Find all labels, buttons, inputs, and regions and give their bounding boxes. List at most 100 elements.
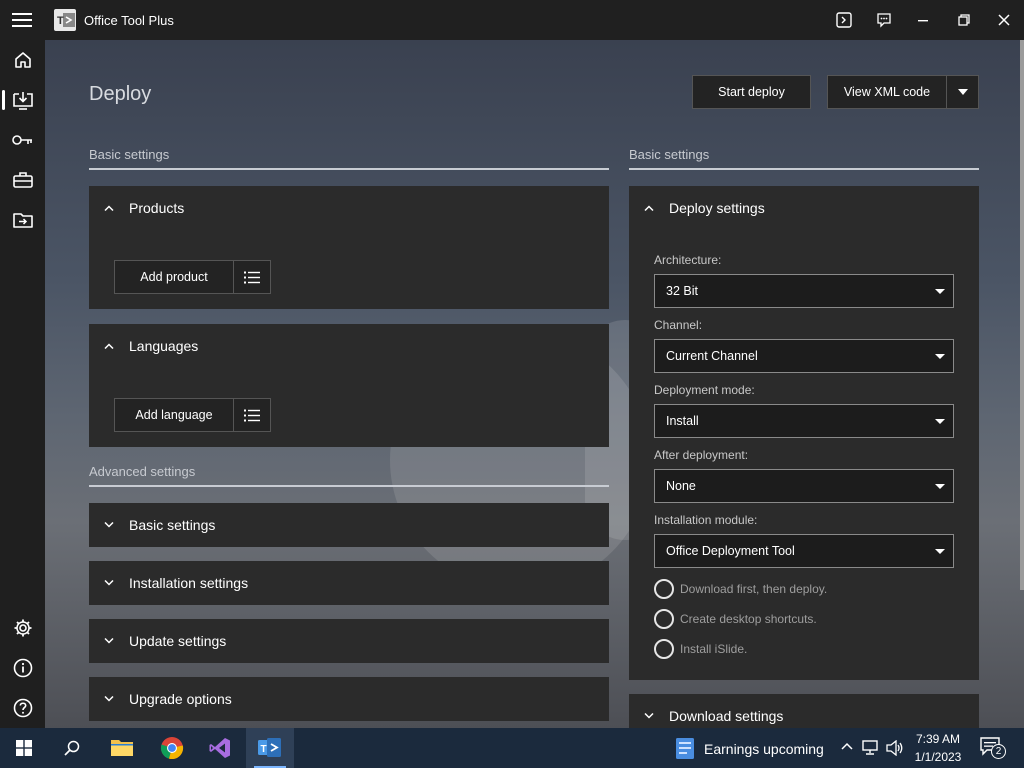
after-deployment-select[interactable]: None [654, 469, 954, 503]
search-icon [64, 740, 80, 756]
notification-center-button[interactable]: 2 [979, 736, 1009, 760]
installation-settings-expander[interactable]: Installation settings [89, 561, 609, 605]
file-explorer-button[interactable] [98, 728, 146, 768]
console-button[interactable] [824, 0, 864, 40]
minimize-button[interactable] [904, 0, 944, 40]
deploy-icon [12, 92, 33, 110]
upgrade-options-title: Upgrade options [129, 691, 232, 707]
architecture-select[interactable]: 32 Bit [654, 274, 954, 308]
deploy-settings-title: Deploy settings [669, 200, 765, 216]
restore-icon [958, 14, 970, 26]
help-icon [13, 698, 32, 718]
products-card-title: Products [129, 200, 185, 216]
nav-activation[interactable] [0, 120, 45, 160]
chevron-up-icon [89, 186, 129, 230]
windows-logo-icon [16, 740, 32, 756]
actions-dropdown-button[interactable] [946, 75, 979, 109]
radio-button[interactable] [654, 639, 674, 659]
visual-studio-icon [209, 738, 230, 758]
download-settings-title: Download settings [669, 708, 784, 724]
channel-select[interactable]: Current Channel [654, 339, 954, 373]
products-card-header[interactable]: Products [89, 186, 609, 230]
upgrade-options-expander[interactable]: Upgrade options [89, 677, 609, 721]
radio-button[interactable] [654, 579, 674, 599]
basic-settings-expander[interactable]: Basic settings [89, 503, 609, 547]
volume-icon[interactable] [886, 740, 904, 756]
start-deploy-button[interactable]: Start deploy [692, 75, 811, 109]
chevron-down-icon [89, 677, 129, 721]
navigation-sidebar [0, 40, 45, 728]
hamburger-icon [12, 13, 32, 27]
language-list-button[interactable] [233, 398, 271, 432]
install-islide-label: Install iSlide. [680, 642, 748, 656]
deployment-mode-value: Install [666, 414, 699, 428]
languages-card-header[interactable]: Languages [89, 324, 609, 368]
nav-toolbox[interactable] [0, 160, 45, 200]
architecture-value: 32 Bit [666, 284, 698, 298]
notification-count-badge: 2 [991, 744, 1006, 759]
visual-studio-button[interactable] [196, 728, 244, 768]
after-deployment-value: None [666, 479, 696, 493]
caret-down-icon [935, 419, 945, 424]
product-list-button[interactable] [233, 260, 271, 294]
divider [89, 168, 609, 170]
caret-down-icon [957, 89, 968, 95]
installation-module-value: Office Deployment Tool [666, 544, 795, 558]
nav-help[interactable] [0, 688, 45, 728]
installation-module-select[interactable]: Office Deployment Tool [654, 534, 954, 568]
vertical-scrollbar[interactable] [1020, 40, 1024, 590]
nav-deploy[interactable] [0, 80, 45, 120]
nav-about[interactable] [0, 648, 45, 688]
office-tool-plus-taskbar-button[interactable]: T [246, 728, 294, 768]
settings-gear-icon [14, 619, 31, 637]
radio-button[interactable] [654, 609, 674, 629]
restore-button[interactable] [944, 0, 984, 40]
deployment-mode-select[interactable]: Install [654, 404, 954, 438]
key-icon [11, 135, 32, 145]
download-first-option[interactable]: Download first, then deploy. [654, 579, 827, 599]
chrome-button[interactable] [148, 728, 196, 768]
update-settings-expander[interactable]: Update settings [89, 619, 609, 663]
chevron-down-icon [629, 694, 669, 728]
network-icon[interactable] [862, 740, 880, 756]
nav-home[interactable] [0, 40, 45, 80]
start-button[interactable] [0, 728, 48, 768]
after-deployment-label: After deployment: [654, 448, 749, 462]
left-basic-settings-header: Basic settings [89, 147, 170, 162]
installation-settings-title: Installation settings [129, 575, 249, 591]
products-card: Products Add product [89, 186, 609, 309]
channel-label: Channel: [654, 318, 703, 332]
svg-text:T: T [57, 15, 64, 27]
clock-date[interactable]: 1/1/2023 [905, 750, 971, 764]
caret-down-icon [935, 354, 945, 359]
nav-convert[interactable] [0, 200, 45, 240]
chrome-icon [160, 737, 184, 760]
chevron-up-icon [89, 324, 129, 368]
news-widget-text[interactable]: Earnings upcoming [704, 741, 824, 757]
create-shortcuts-option[interactable]: Create desktop shortcuts. [654, 609, 817, 629]
folder-import-icon [12, 213, 33, 228]
basic-settings-title: Basic settings [129, 517, 216, 533]
download-settings-expander[interactable]: Download settings [629, 694, 979, 728]
chevron-up-icon[interactable] [841, 742, 853, 750]
add-language-button[interactable]: Add language [114, 398, 234, 432]
chevron-up-icon [629, 186, 669, 230]
windows-taskbar: T Earnings upcoming 7:39 AM 1/1/2023 2 [0, 728, 1024, 768]
deploy-settings-header[interactable]: Deploy settings [629, 186, 979, 230]
view-xml-button[interactable]: View XML code [827, 75, 947, 109]
install-islide-option[interactable]: Install iSlide. [654, 639, 747, 659]
architecture-label: Architecture: [654, 253, 722, 267]
feedback-button[interactable] [864, 0, 904, 40]
create-shortcuts-label: Create desktop shortcuts. [680, 612, 817, 626]
news-widget-icon[interactable] [676, 738, 694, 759]
close-button[interactable] [984, 0, 1024, 40]
advanced-settings-header: Advanced settings [89, 464, 196, 479]
clock-time[interactable]: 7:39 AM [905, 732, 971, 746]
deploy-settings-card: Deploy settings Architecture: 32 Bit Cha… [629, 186, 979, 680]
hamburger-menu-button[interactable] [0, 0, 44, 40]
add-product-button[interactable]: Add product [114, 260, 234, 294]
nav-settings[interactable] [0, 608, 45, 648]
caret-down-icon [935, 484, 945, 489]
languages-card: Languages Add language [89, 324, 609, 447]
search-button[interactable] [48, 728, 96, 768]
